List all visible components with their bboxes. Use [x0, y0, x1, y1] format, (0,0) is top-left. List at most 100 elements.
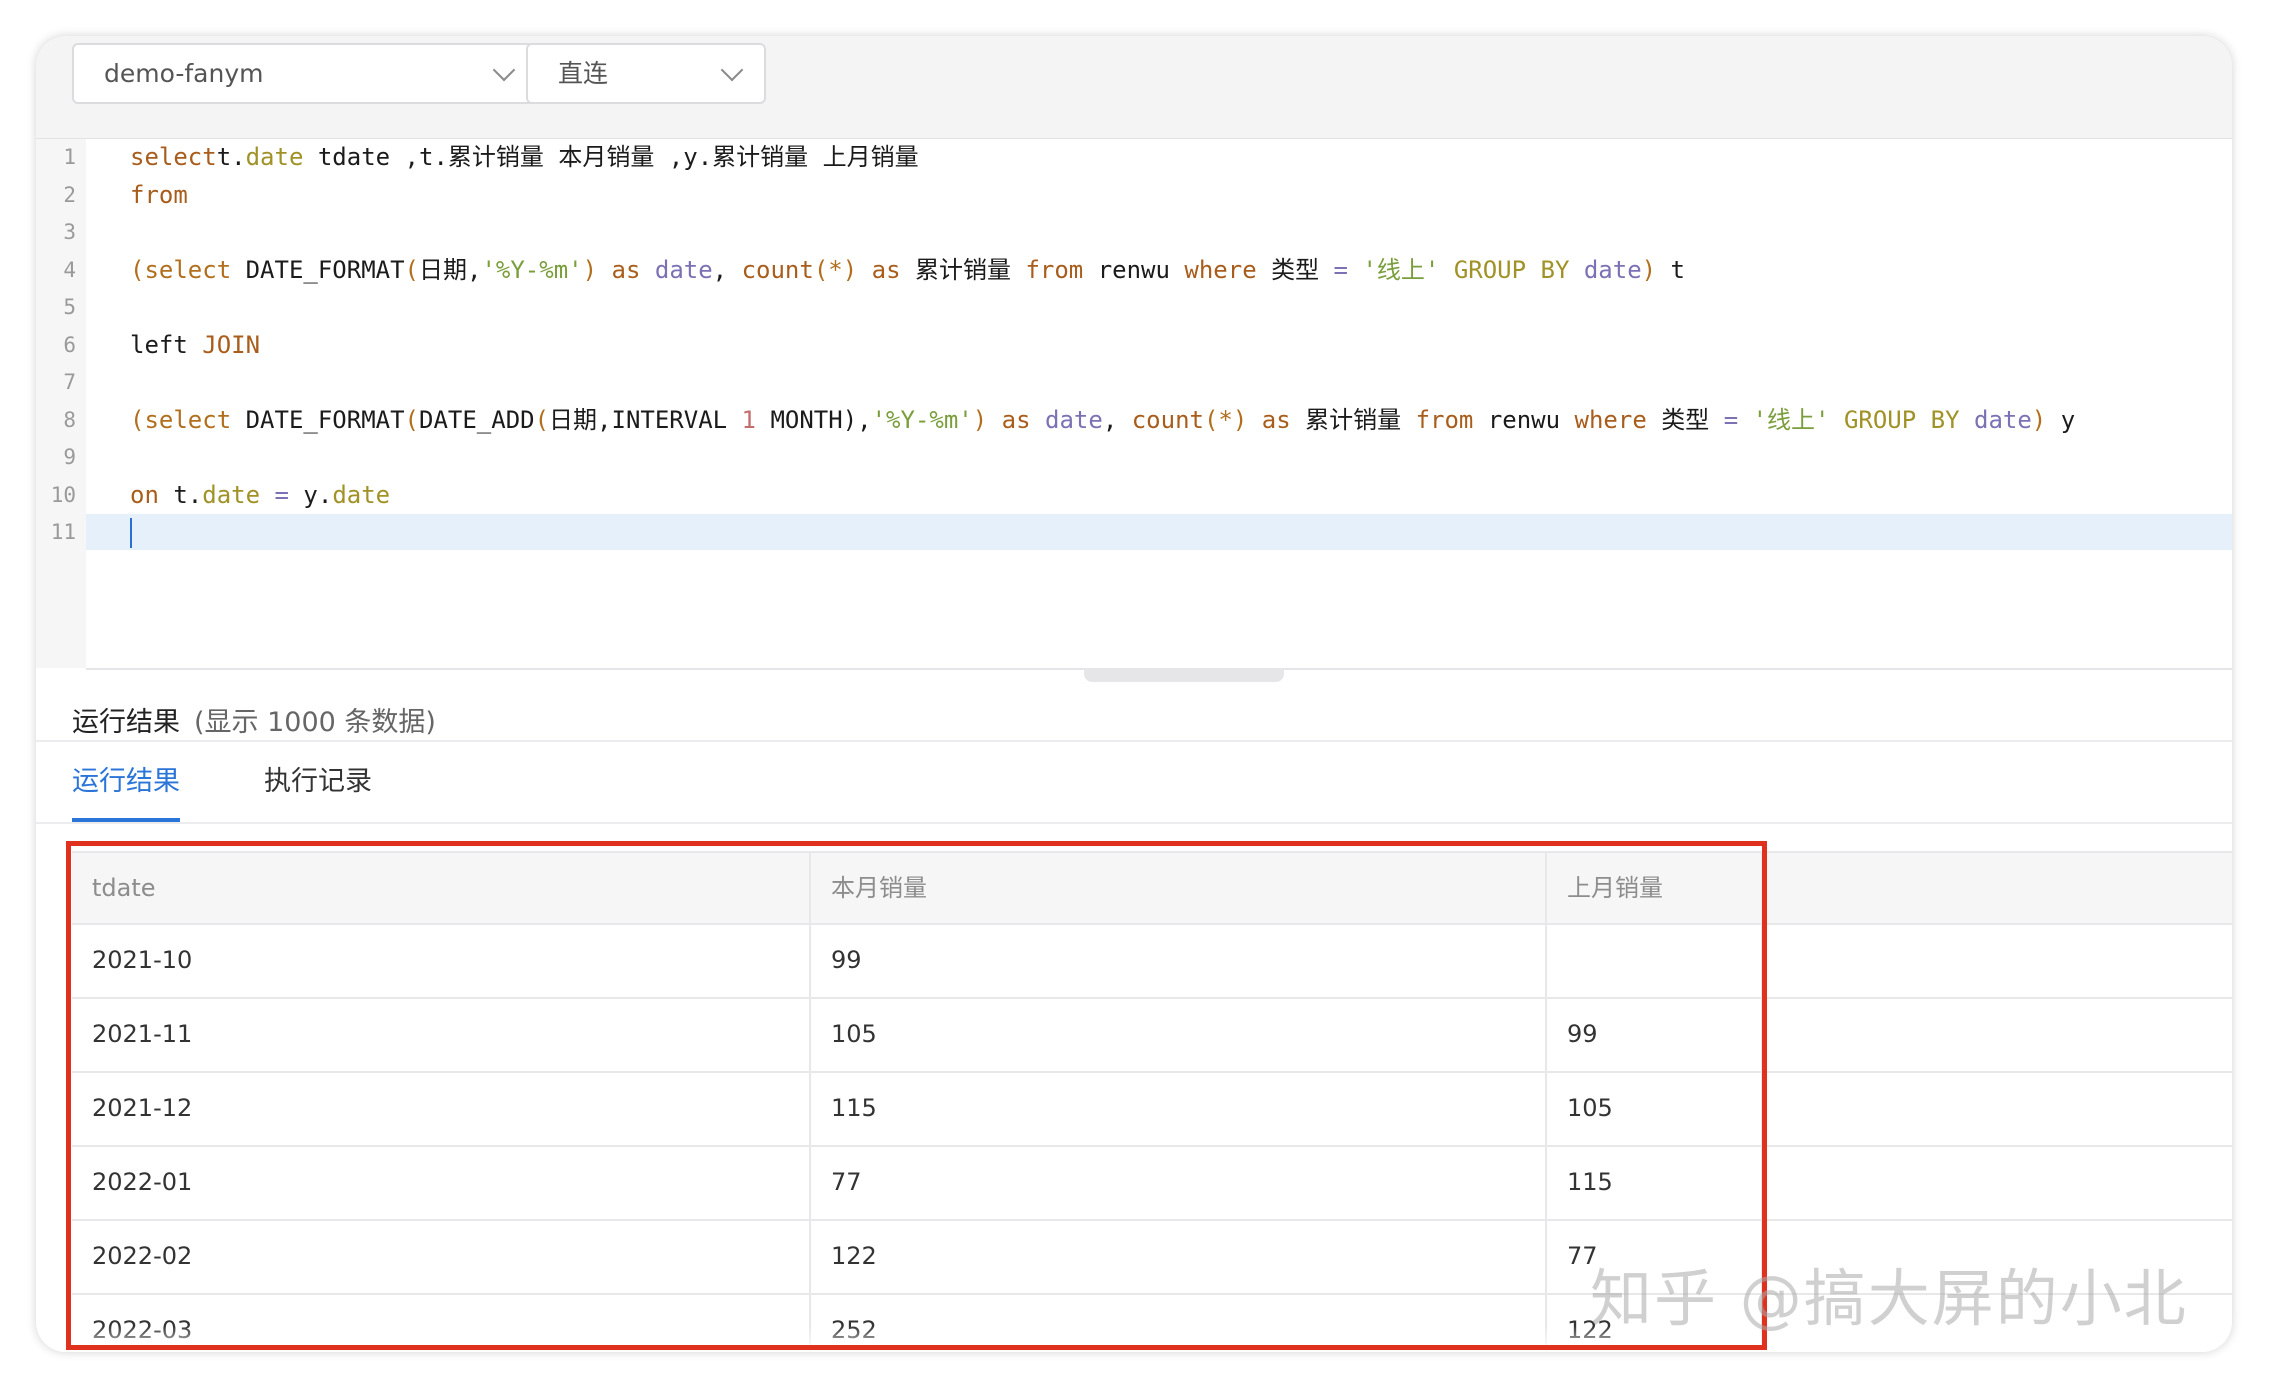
code-line[interactable]: 8 (select DATE_FORMAT(DATE_ADD(日期,INTERVA… — [63, 402, 2232, 438]
code-token: ( — [534, 405, 550, 434]
code-line[interactable]: 7 — [63, 364, 2232, 400]
column-header[interactable]: 本月销量 — [809, 853, 1545, 923]
datasource-value: demo-fanym — [104, 59, 264, 88]
code-token: ( — [404, 405, 419, 434]
code-token: ) — [2031, 405, 2047, 434]
code-token: tdate ,t.累计销量 本月销量 ,y.累计销量 上月销量 — [303, 143, 919, 171]
code-token: date — [332, 480, 391, 509]
table-cell: 2022-01 — [92, 1168, 193, 1196]
code-line[interactable]: 10 on t.date = y.date — [51, 477, 2232, 513]
code-token: '线上' — [1752, 405, 1844, 434]
table-cell: 115 — [1545, 1147, 1761, 1219]
table-cell: 99 — [809, 925, 1545, 997]
line-number: 3 — [63, 220, 76, 244]
code-line[interactable]: 4 (select DATE_FORMAT(日期,'%Y-%m') as date… — [63, 252, 2232, 288]
table-cell: 2021-12 — [92, 1094, 193, 1122]
code-token: as — [871, 255, 915, 284]
code-token: DATE_FORMAT — [245, 405, 405, 434]
code-token: 累计销量 — [914, 255, 1026, 284]
code-token: (select — [130, 255, 246, 284]
code-line[interactable]: 6 left JOIN — [63, 327, 2232, 363]
editor-resize-handle[interactable] — [1084, 668, 1284, 682]
code-line[interactable]: 9 — [63, 439, 2232, 475]
code-token: 类型 — [1271, 255, 1334, 284]
datasource-select[interactable]: demo-fanym — [72, 43, 538, 104]
code-token: ) — [1641, 255, 1657, 284]
code-token: ) — [972, 405, 1002, 434]
table-row[interactable]: 2021-10 99 — [72, 925, 2232, 999]
code-token: '线上' — [1362, 255, 1454, 284]
code-text: (select DATE_FORMAT(DATE_ADD(日期,INTERVAL… — [130, 402, 2075, 438]
app-window: demo-fanym 直连 1 selectt.date tdate ,t.累计销… — [36, 36, 2232, 1352]
column-header-filler — [1761, 853, 2232, 923]
code-token: GROUP BY — [1453, 255, 1584, 284]
code-text: left JOIN — [130, 327, 260, 363]
code-token: from — [1415, 405, 1488, 434]
code-token: on — [130, 480, 174, 509]
line-number: 11 — [50, 520, 76, 544]
code-token: left — [130, 330, 203, 359]
code-token: '%Y-%m' — [481, 255, 583, 284]
code-area[interactable]: 1 selectt.date tdate ,t.累计销量 本月销量 ,y.累计销量… — [51, 139, 2232, 670]
code-token: , — [712, 255, 742, 284]
code-token: from — [1025, 255, 1098, 284]
code-token: renwu — [1097, 255, 1185, 284]
tab-label: 运行结果 — [72, 766, 180, 797]
code-token: y — [2046, 405, 2076, 434]
code-token: MONTH), — [756, 405, 872, 434]
code-token: date — [1583, 255, 1642, 284]
result-tabs: 运行结果 执行记录 — [36, 742, 2232, 822]
code-token: t — [1656, 255, 1686, 284]
code-token: '%Y-%m' — [871, 405, 973, 434]
result-count: (显示 1000 条数据) — [194, 707, 436, 738]
table-cell — [1545, 925, 1761, 997]
code-token: count — [1131, 405, 1204, 434]
table-row[interactable]: 2021-12 115 105 — [72, 1073, 2232, 1147]
tab-label: 执行记录 — [264, 766, 372, 797]
code-line[interactable]: 2 from — [63, 177, 2232, 213]
code-line[interactable]: 5 — [63, 289, 2232, 325]
code-token: = — [1333, 255, 1363, 284]
code-token: t. — [173, 480, 203, 509]
table-cell-filler — [1761, 1147, 2232, 1219]
code-token: , — [1102, 405, 1132, 434]
connection-mode-select[interactable]: 直连 — [526, 43, 766, 104]
table-row[interactable]: 2021-11 105 99 — [72, 999, 2232, 1073]
table-cell: 2022-02 — [92, 1242, 193, 1270]
table-cell: 122 — [809, 1221, 1545, 1293]
column-header[interactable]: tdate — [72, 853, 809, 923]
code-line[interactable]: 3 — [63, 214, 2232, 250]
code-line[interactable]: 11 — [51, 514, 2232, 550]
column-header[interactable]: 上月销量 — [1545, 853, 1761, 923]
line-number: 7 — [63, 370, 76, 394]
code-token: JOIN — [202, 330, 261, 359]
tab-execution-log[interactable]: 执行记录 — [264, 742, 372, 822]
chevron-down-icon — [720, 58, 744, 82]
code-token: = — [260, 480, 304, 509]
table-row[interactable]: 2022-01 77 115 — [72, 1147, 2232, 1221]
text-cursor — [130, 518, 132, 548]
tab-run-result[interactable]: 运行结果 — [72, 742, 180, 822]
sql-editor[interactable]: 1 selectt.date tdate ,t.累计销量 本月销量 ,y.累计销量… — [36, 139, 2232, 670]
code-token: 类型 — [1661, 405, 1724, 434]
code-token: ) — [582, 255, 612, 284]
code-token: as — [1001, 405, 1046, 434]
code-token: date — [202, 480, 261, 509]
table-cell: 2021-11 — [92, 1020, 193, 1048]
code-token: where — [1574, 405, 1662, 434]
table-cell: 105 — [1545, 1073, 1761, 1145]
code-token: = — [1723, 405, 1753, 434]
code-line[interactable]: 1 selectt.date tdate ,t.累计销量 本月销量 ,y.累计销量… — [63, 139, 2232, 175]
code-token: DATE_ADD — [419, 405, 535, 434]
code-token: select — [130, 143, 217, 171]
code-token: as — [1261, 405, 1306, 434]
code-token: t. — [216, 143, 246, 171]
table-cell-filler — [1761, 925, 2232, 997]
code-token: (select — [130, 405, 246, 434]
toolbar: demo-fanym 直连 — [36, 36, 2232, 139]
code-token: count — [741, 255, 814, 284]
table-header-row: tdate 本月销量 上月销量 — [72, 851, 2232, 925]
code-text: selectt.date tdate ,t.累计销量 本月销量 ,y.累计销量 … — [130, 139, 919, 175]
table-cell: 105 — [809, 999, 1545, 1071]
table-cell-filler — [1761, 1073, 2232, 1145]
